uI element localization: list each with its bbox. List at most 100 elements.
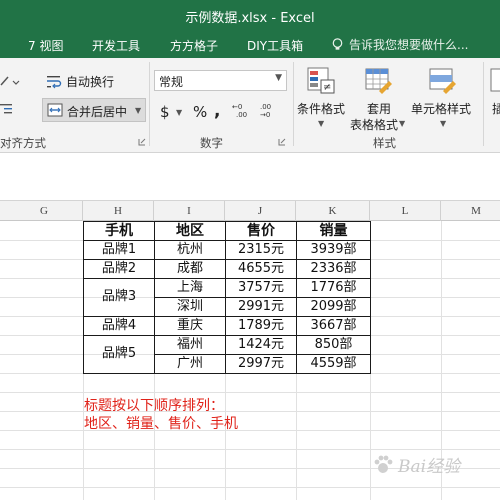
ribbon: 自动换行 合并后居中 ▼ 对齐方式 常规 ▼ $ ▼ % , ←0 .00 .0… [0, 58, 500, 153]
table-cell-region[interactable]: 福州 [155, 336, 225, 354]
comma-button[interactable]: , [214, 101, 220, 121]
table-border [83, 373, 371, 374]
increase-decimal-icon[interactable]: ←0 .00 [232, 102, 252, 118]
table-cell-region[interactable]: 深圳 [155, 298, 225, 316]
table-cell-price[interactable]: 2991元 [226, 298, 296, 316]
table-cell-price[interactable]: 1789元 [226, 317, 296, 335]
wrap-text-button[interactable]: 自动换行 [46, 73, 114, 90]
percent-button[interactable]: % [193, 103, 207, 121]
column-header-m[interactable]: M [441, 201, 500, 221]
cell-styles-button[interactable]: 单元格样式 [411, 100, 471, 117]
lightbulb-icon [332, 38, 343, 50]
table-cell-price[interactable]: 1424元 [226, 336, 296, 354]
table-cell-price[interactable]: 4655元 [226, 260, 296, 278]
note-line-2[interactable]: 地区、销量、售价、手机 [84, 413, 238, 433]
note-line-1[interactable]: 标题按以下顺序排列： [84, 395, 224, 415]
ribbon-separator [483, 62, 484, 146]
conditional-format-icon[interactable]: ≠ [306, 66, 336, 96]
tab-view[interactable]: 7 视图 [28, 37, 63, 54]
table-cell-price[interactable]: 2997元 [226, 355, 296, 373]
table-cell-phone[interactable]: 品牌2 [84, 260, 154, 278]
alignment-group-label: 对齐方式 [0, 136, 46, 150]
table-cell-phone-merged[interactable]: 品牌5 [84, 345, 154, 363]
column-header-l[interactable]: L [370, 201, 441, 221]
column-header-row: G H I J K L M [0, 201, 500, 221]
chevron-down-icon[interactable]: ▼ [399, 119, 405, 128]
table-cell-sales[interactable]: 4559部 [297, 355, 370, 373]
svg-text:←0: ←0 [232, 103, 242, 111]
gridline [0, 392, 500, 393]
svg-text:.00: .00 [236, 111, 247, 118]
table-cell-region[interactable]: 上海 [155, 279, 225, 297]
watermark-text: Bai经验 [398, 457, 461, 477]
table-cell-region[interactable]: 广州 [155, 355, 225, 373]
formula-bar-area[interactable] [0, 153, 500, 201]
table-cell-price[interactable]: 3757元 [226, 279, 296, 297]
chevron-down-icon[interactable]: ▼ [440, 119, 446, 128]
orientation-icon[interactable] [0, 73, 20, 89]
chevron-down-icon: ▼ [275, 73, 282, 83]
format-as-table-label-2[interactable]: 表格格式 [350, 116, 398, 133]
indent-icon[interactable] [0, 103, 14, 117]
number-format-select[interactable]: 常规 ▼ [154, 70, 287, 91]
table-cell-phone[interactable]: 品牌1 [84, 241, 154, 259]
conditional-format-button[interactable]: 条件格式 [297, 100, 345, 117]
table-cell-sales[interactable]: 2099部 [297, 298, 370, 316]
gridline [0, 430, 500, 431]
table-cell-phone-merged[interactable]: 品牌3 [84, 288, 154, 306]
gridline [0, 411, 500, 412]
tell-me-search[interactable]: 告诉我您想要做什么... [330, 36, 468, 53]
merge-center-label: 合并后居中 [67, 105, 128, 119]
tab-developer[interactable]: 开发工具 [92, 37, 140, 54]
column-header-j[interactable]: J [225, 201, 296, 221]
title-bar: 示例数据.xlsx - Excel [0, 0, 500, 31]
format-as-table-label-1[interactable]: 套用 [367, 100, 391, 117]
paw-logo-icon [374, 455, 393, 473]
table-cell-region[interactable]: 杭州 [155, 241, 225, 259]
dialog-launcher-icon[interactable] [138, 138, 146, 146]
table-header-phone[interactable]: 手机 [84, 222, 154, 240]
table-cell-sales[interactable]: 850部 [297, 336, 370, 354]
svg-text:→0: →0 [260, 111, 270, 118]
styles-group-label: 样式 [373, 136, 396, 150]
insert-cells-icon[interactable] [490, 66, 500, 96]
ribbon-separator [293, 62, 294, 146]
svg-text:≠: ≠ [323, 82, 331, 93]
table-header-sales[interactable]: 销量 [297, 222, 370, 240]
currency-button[interactable]: $ [160, 103, 170, 121]
table-cell-phone[interactable]: 品牌4 [84, 317, 154, 335]
format-as-table-icon[interactable] [364, 66, 394, 96]
chevron-down-icon[interactable]: ▼ [176, 108, 182, 117]
table-cell-region[interactable]: 重庆 [155, 317, 225, 335]
table-cell-sales[interactable]: 1776部 [297, 279, 370, 297]
tab-diy-toolbox[interactable]: DIY工具箱 [247, 37, 303, 54]
table-cell-sales[interactable]: 3667部 [297, 317, 370, 335]
table-cell-region[interactable]: 成都 [155, 260, 225, 278]
tab-fangfang-grid[interactable]: 方方格子 [170, 37, 218, 54]
column-header-i[interactable]: I [154, 201, 225, 221]
table-border [370, 221, 371, 374]
decrease-decimal-icon[interactable]: .00 →0 [258, 102, 278, 118]
svg-text:.00: .00 [260, 103, 271, 111]
merge-center-button[interactable]: 合并后居中 ▼ [42, 98, 146, 122]
dialog-launcher-icon[interactable] [278, 138, 286, 146]
chevron-down-icon[interactable]: ▼ [135, 106, 141, 115]
number-format-value: 常规 [159, 75, 184, 89]
merge-cells-icon [47, 103, 63, 117]
cell-styles-icon[interactable] [428, 66, 458, 96]
table-header-region[interactable]: 地区 [155, 222, 225, 240]
table-cell-price[interactable]: 2315元 [226, 241, 296, 259]
insert-button[interactable]: 插 [492, 100, 500, 117]
ribbon-tab-bar: 7 视图 开发工具 方方格子 DIY工具箱 告诉我您想要做什么... [0, 31, 500, 58]
column-header-g[interactable]: G [40, 201, 48, 221]
gridline [0, 487, 500, 488]
tell-me-text: 告诉我您想要做什么... [349, 38, 469, 52]
watermark: Bai经验 [372, 452, 460, 477]
table-cell-sales[interactable]: 2336部 [297, 260, 370, 278]
table-cell-sales[interactable]: 3939部 [297, 241, 370, 259]
column-header-h[interactable]: H [83, 201, 154, 221]
chevron-down-icon[interactable]: ▼ [318, 119, 324, 128]
column-header-k[interactable]: K [296, 201, 370, 221]
window-title: 示例数据.xlsx - Excel [185, 11, 315, 26]
table-header-price[interactable]: 售价 [226, 222, 296, 240]
